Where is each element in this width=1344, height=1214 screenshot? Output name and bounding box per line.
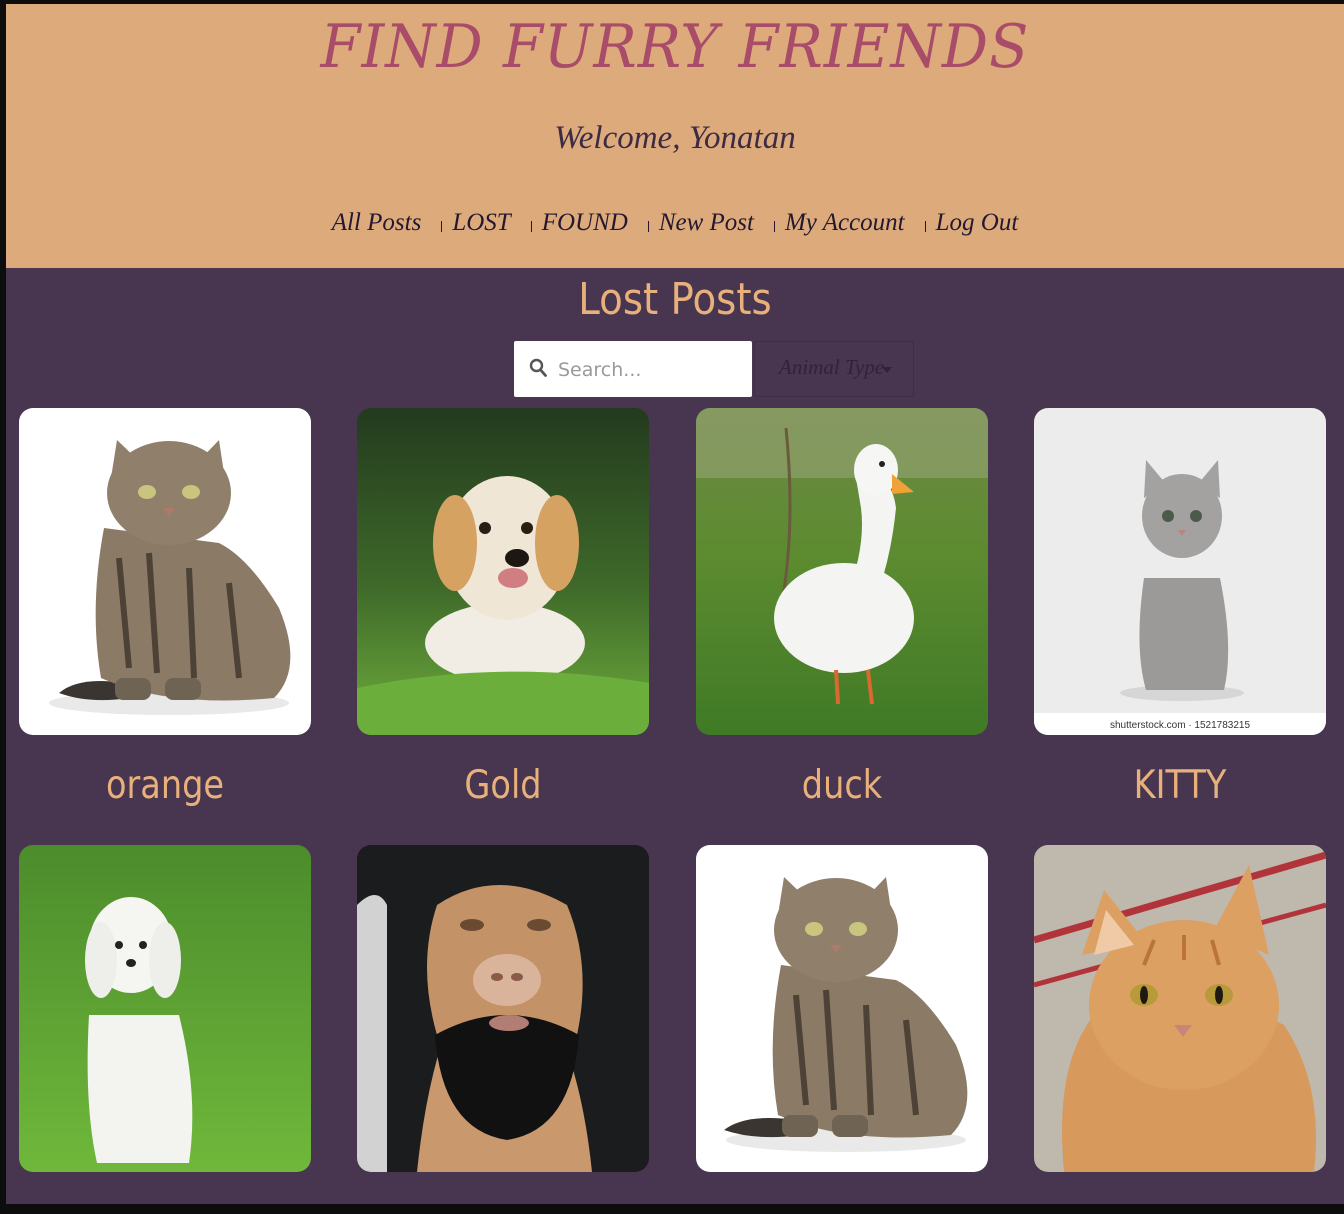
tabby-cat-photo [696,845,988,1172]
post-card[interactable]: orange [19,408,311,808]
white-maltese-dog-photo [19,845,311,1172]
page-frame: FIND FURRY FRIENDS Welcome, Yonatan All … [6,4,1344,1204]
post-card[interactable]: shutterstock.com · 1521783215 KITTY [1034,408,1326,808]
post-card[interactable] [696,845,988,1172]
orange-cat-photo [1034,845,1326,1172]
site-header: FIND FURRY FRIENDS Welcome, Yonatan All … [6,4,1344,268]
white-duck-photo [696,408,988,735]
nav-divider [530,221,532,232]
watermark-text: shutterstock.com · 1521783215 [1110,720,1251,731]
tabby-cat-photo [19,408,311,735]
post-caption: orange [105,763,225,808]
post-card[interactable]: duck [696,408,988,808]
animal-type-label: Animal Type [779,355,885,379]
post-caption: duck [801,763,883,808]
post-caption: Gold [464,763,542,808]
post-card[interactable] [357,845,649,1172]
page-title: Lost Posts [578,274,772,325]
pitbull-beard-photo [357,845,649,1172]
golden-retriever-puppy-photo [357,408,649,735]
search-icon [529,358,547,377]
post-card[interactable] [1034,845,1326,1172]
main-nav: All Posts LOST FOUND New Post My Account Log … [6,209,1344,237]
site-title: FIND FURRY FRIENDS [320,12,1030,82]
nav-divider [647,221,649,232]
grey-kitten-photo: shutterstock.com · 1521783215 [1034,408,1326,735]
post-caption: KITTY [1133,763,1227,808]
post-card[interactable] [19,845,311,1172]
chevron-down-icon [882,367,892,373]
nav-divider [441,221,443,232]
nav-new-post[interactable]: New Post [659,209,754,236]
search-box [514,341,752,399]
post-card[interactable]: Gold [357,408,649,808]
search-input[interactable] [556,341,750,399]
nav-my-account[interactable]: My Account [785,209,905,236]
animal-type-select[interactable]: Animal Type [754,341,914,397]
welcome-message: Welcome, Yonatan [554,120,796,156]
nav-log-out[interactable]: Log Out [936,209,1019,236]
nav-divider [924,221,926,232]
nav-lost[interactable]: LOST [452,209,510,236]
nav-found[interactable]: FOUND [542,209,628,236]
nav-all-posts[interactable]: All Posts [332,209,422,236]
nav-divider [773,221,775,232]
